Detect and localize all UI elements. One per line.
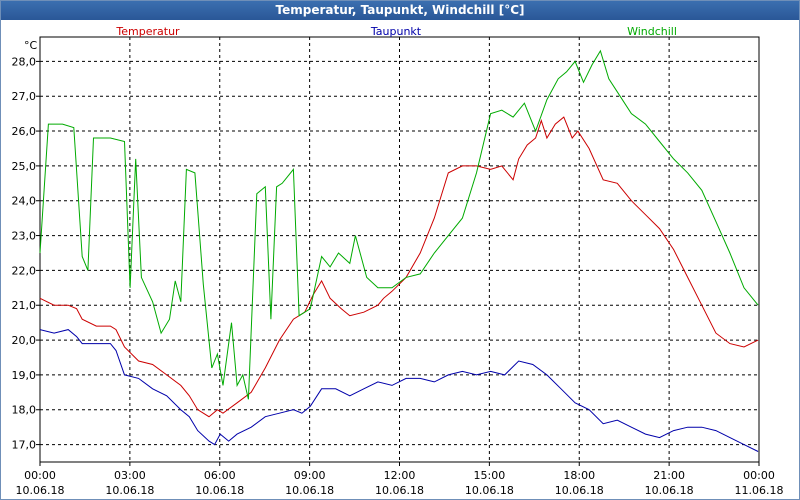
y-tick-label: 21,0 <box>12 299 37 312</box>
y-tick-label: 27,0 <box>12 90 37 103</box>
x-tick-time: 21:00 <box>653 469 685 482</box>
grid <box>40 37 759 462</box>
y-tick-label: 20,0 <box>12 334 37 347</box>
x-tick-date: 10.06.18 <box>465 484 514 497</box>
y-tick-label: 17,0 <box>12 439 37 452</box>
y-tick-label: 25,0 <box>12 160 37 173</box>
y-tick-label: 26,0 <box>12 125 37 138</box>
legend-windchill: Windchill <box>627 25 677 38</box>
x-tick-time: 18:00 <box>563 469 595 482</box>
x-tick-time: 12:00 <box>384 469 416 482</box>
y-axis-ticks: 17,0 18,0 19,0 20,0 21,0 22,0 23,0 24,0 25,0 26,0… <box>12 55 40 452</box>
x-tick-time: 03:00 <box>114 469 146 482</box>
y-axis-label: °C <box>24 39 38 52</box>
x-tick-time: 09:00 <box>294 469 326 482</box>
x-tick-time: 06:00 <box>204 469 236 482</box>
y-tick-label: 28,0 <box>12 55 37 68</box>
x-tick-date: 10.06.18 <box>555 484 604 497</box>
y-tick-label: 19,0 <box>12 369 37 382</box>
x-tick-date: 10.06.18 <box>645 484 694 497</box>
x-tick-date: 10.06.18 <box>375 484 424 497</box>
x-tick-date: 10.06.18 <box>105 484 154 497</box>
x-axis-ticks: 00:00 10.06.18 03:00 10.06.18 06:00 10.06.18 0… <box>16 462 784 497</box>
legend-taupunkt: Taupunkt <box>370 25 422 38</box>
x-tick-time: 00:00 <box>24 469 56 482</box>
x-tick-time: 00:00 <box>743 469 775 482</box>
x-tick-date: 10.06.18 <box>195 484 244 497</box>
x-tick-date: 10.06.18 <box>16 484 65 497</box>
chart-plot: 17,0 18,0 19,0 20,0 21,0 22,0 23,0 24,0 25,0 26,0… <box>12 25 784 497</box>
x-tick-date: 11.06.18 <box>735 484 784 497</box>
y-tick-label: 22,0 <box>12 264 37 277</box>
y-tick-label: 24,0 <box>12 195 37 208</box>
y-tick-label: 18,0 <box>12 404 37 417</box>
x-tick-time: 15:00 <box>474 469 506 482</box>
x-tick-date: 10.06.18 <box>285 484 334 497</box>
legend-temperatur: Temperatur <box>115 25 180 38</box>
y-tick-label: 23,0 <box>12 230 37 243</box>
